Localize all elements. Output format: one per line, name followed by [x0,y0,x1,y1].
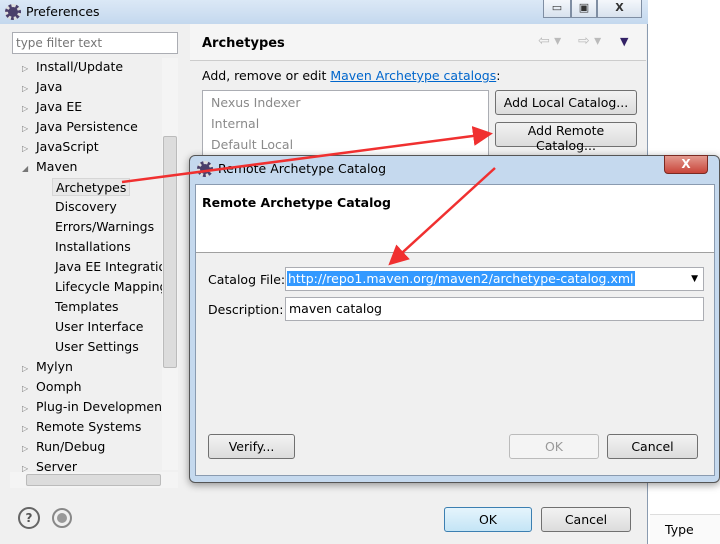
arrow-to-catalog-file [388,167,496,266]
arrow-to-add-remote [121,126,493,184]
annotation-arrows [121,126,496,266]
